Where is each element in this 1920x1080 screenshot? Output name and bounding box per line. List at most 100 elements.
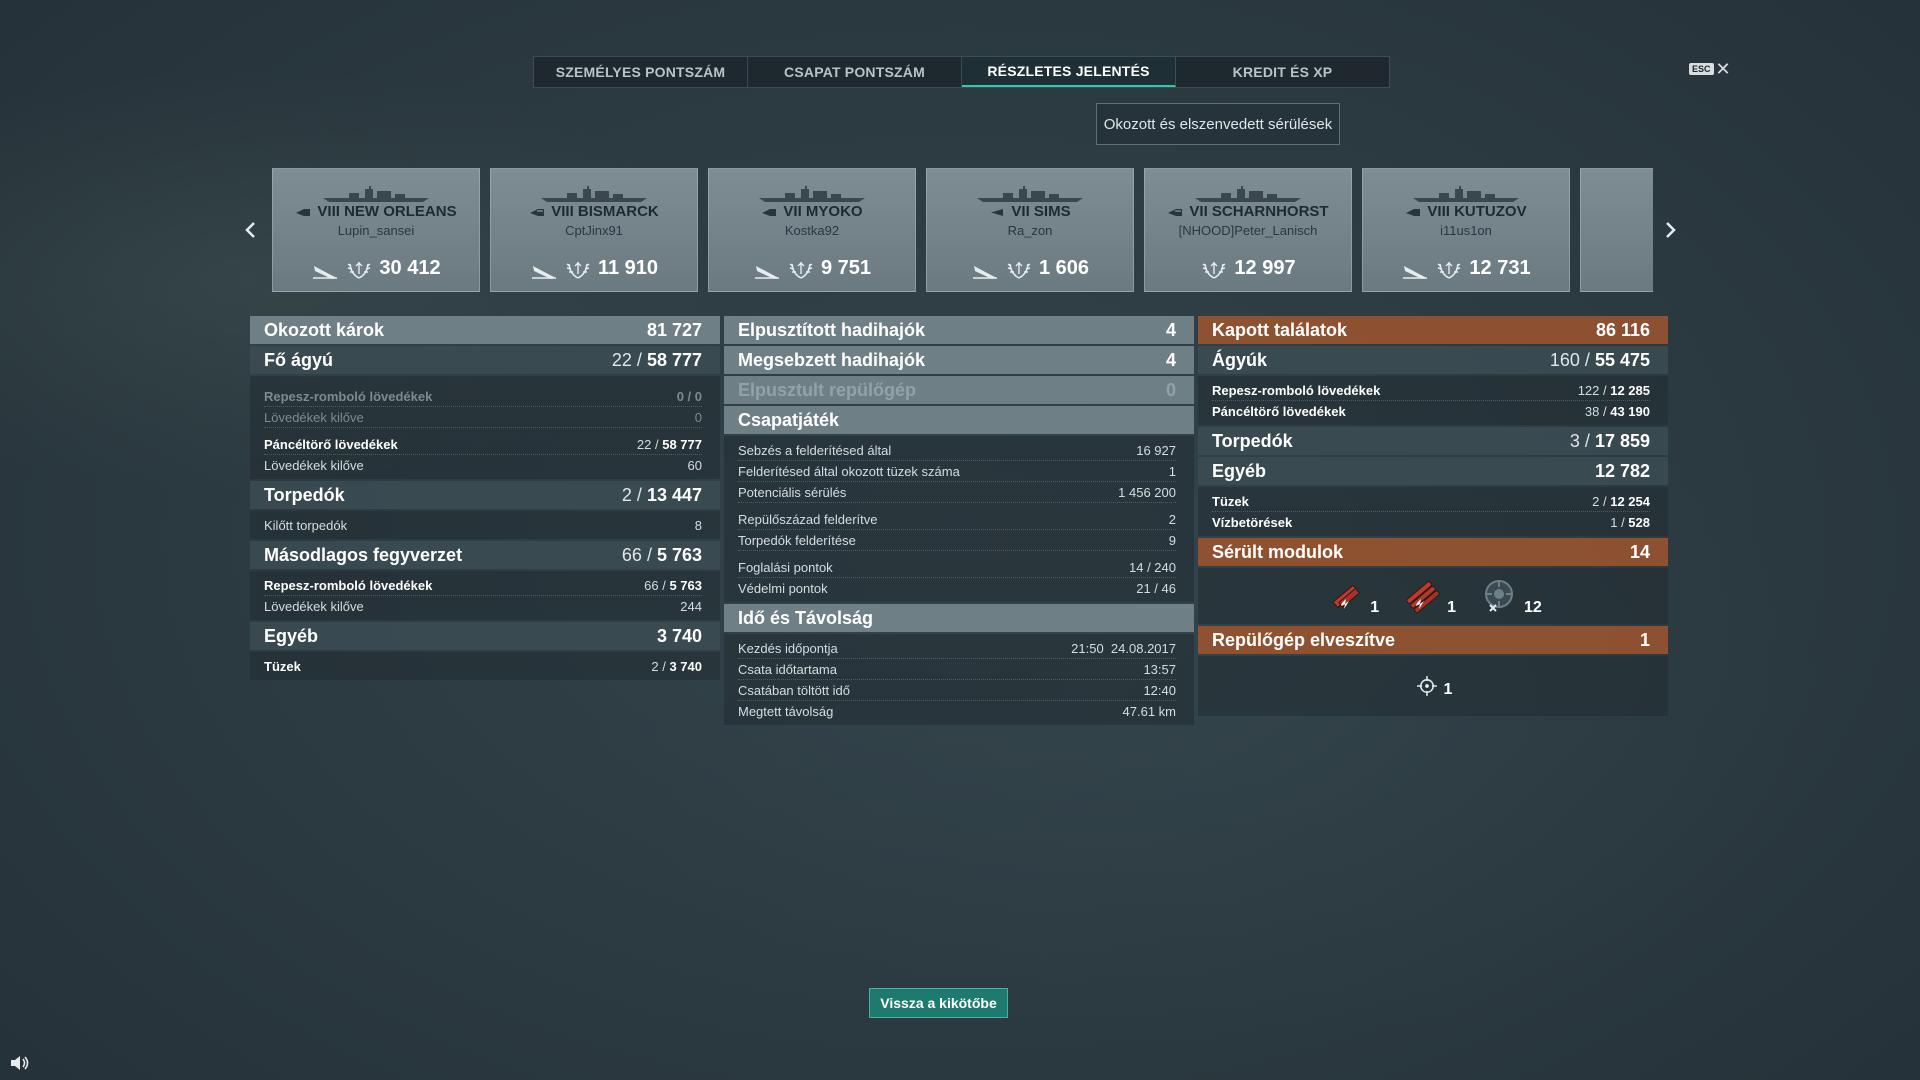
row-value: 2	[1168, 511, 1176, 527]
laurel-wreath-icon	[566, 261, 590, 279]
laurel-wreath-icon	[789, 261, 813, 279]
damage-dealt-header: Okozott károk 81 727	[250, 316, 720, 344]
row-label: Lövedékek kilőve	[264, 457, 364, 473]
ship-card[interactable]: VII SIMS Ra_zon 1 606	[926, 168, 1134, 292]
sound-icon[interactable]	[9, 1054, 31, 1072]
received-guns-header: Ágyúk 160 / 55 475	[1198, 346, 1668, 374]
ship-card[interactable]: VIII NEW ORLEANS Lupin_sansei 30 412	[272, 168, 480, 292]
tab-bar: SZEMÉLYES PONTSZÁM CSAPAT PONTSZÁM RÉSZL…	[533, 56, 1390, 88]
torpedoes-value: 13 447	[646, 484, 702, 505]
cruiser-class-icon	[296, 208, 311, 216]
received-value: 86 116	[1595, 319, 1650, 340]
player-name: Ra_zon	[1007, 223, 1053, 238]
row-label: Tüzek	[1212, 493, 1249, 509]
row-value: 0	[694, 409, 702, 425]
ship-name: VIII NEW ORLEANS	[273, 203, 479, 220]
ship-silhouette-icon	[977, 186, 1083, 202]
row-value: 12 254	[1610, 493, 1650, 509]
secondary-hits: 66	[621, 544, 642, 565]
ship-name: VII SIMS	[927, 203, 1133, 220]
carousel-next-button[interactable]	[1660, 218, 1682, 242]
row-label: Lövedékek kilőve	[264, 409, 364, 425]
received-torpedoes-header: Torpedók 3 / 17 859	[1198, 427, 1668, 455]
ship-card[interactable]: VII SCHARNHORST [NHOOD]Peter_Lanisch 12 99…	[1144, 168, 1352, 292]
planes-lost-header: Repülőgép elveszítve 1	[1198, 626, 1668, 654]
row-label: Lövedékek kilőve	[264, 598, 364, 614]
back-to-port-button[interactable]: Vissza a kikötőbe	[869, 988, 1008, 1018]
module-torpedo-tubes: 1	[1401, 575, 1456, 617]
received-torpedoes-hits: 3	[1569, 430, 1580, 451]
row-label: Kilőtt torpedók	[264, 517, 348, 533]
fires-row: Tüzek 2 / 3 740	[264, 658, 702, 674]
received-guns-label: Ágyúk	[1212, 349, 1268, 370]
player-name: [NHOOD]Peter_Lanisch	[1178, 223, 1318, 238]
damage-filter-button[interactable]: Okozott és elszenvedett sérülések	[1096, 103, 1340, 145]
shell-icon	[531, 265, 556, 279]
torpedoes-spotted-row: Torpedók felderítése 9	[738, 530, 1176, 551]
ship-name: VII SCHARNHORST	[1145, 203, 1351, 220]
torpedoes-fired-row: Kilőtt torpedók 8	[264, 515, 702, 535]
planes-lost-icons: 1	[1198, 656, 1668, 716]
torpedoes-header: Torpedók 2 / 13 447	[250, 481, 720, 509]
ship-card[interactable]: VIII BISMARCK CptJinx91 11 910	[490, 168, 698, 292]
other-header: Egyéb 3 740	[250, 622, 720, 650]
time-distance-header: Idő és Távolság	[724, 604, 1194, 632]
row-value: 8	[694, 517, 702, 533]
ship-score-row: 12 997	[1145, 257, 1351, 280]
modules-label: Sérült modulok	[1212, 541, 1344, 562]
start-time-row: Kezdés időpontja 21:50 24.08.2017	[738, 638, 1176, 659]
ship-score: 1 606	[1038, 257, 1090, 279]
damaged-label: Megsebzett hadihajók	[738, 349, 926, 370]
tab-detailed-report[interactable]: RÉSZLETES JELENTÉS	[962, 57, 1176, 87]
received-torpedoes-label: Torpedók	[1212, 430, 1293, 451]
module-count: 1	[1370, 599, 1380, 616]
close-button[interactable]: ESC ✕	[1689, 60, 1731, 78]
destroyer-class-icon	[991, 208, 1004, 216]
esc-key-label: ESC	[1689, 63, 1714, 75]
teamplay-label: Csapatjáték	[738, 409, 840, 430]
ship-name: VII MYOKO	[709, 203, 915, 220]
tab-credits-xp[interactable]: KREDIT ÉS XP	[1176, 57, 1389, 87]
player-name: Kostka92	[784, 223, 840, 238]
row-value: 244	[680, 598, 702, 614]
received-other-label: Egyéb	[1212, 460, 1267, 481]
tab-team-score[interactable]: CSAPAT PONTSZÁM	[748, 57, 962, 87]
carousel-prev-button[interactable]	[239, 218, 261, 242]
row-label: Vízbetörések	[1212, 514, 1293, 530]
plane-lost-item: 1	[1414, 673, 1452, 699]
tab-personal-score[interactable]: SZEMÉLYES PONTSZÁM	[534, 57, 748, 87]
row-label: Csata időtartama	[738, 661, 837, 677]
received-other-header: Egyéb 12 782	[1198, 457, 1668, 485]
ship-card-partial[interactable]	[1580, 168, 1653, 292]
ship-score-row: 1 606	[927, 257, 1133, 280]
received-he-row: Repesz-romboló lövedékek 122 / 12 285	[1212, 380, 1650, 401]
row-value: 21 / 46	[1136, 580, 1176, 596]
received-other-details: Tüzek 2 / 12 254 Vízbetörések 1 / 528	[1198, 487, 1668, 536]
battleship-class-icon	[530, 208, 545, 216]
row-value: 1 456 200	[1118, 484, 1176, 500]
he-fired-row: Lövedékek kilőve 0	[264, 407, 702, 428]
player-name: i11us1on	[1440, 223, 1492, 238]
row-label: Felderítésed által okozott tüzek száma	[738, 463, 960, 479]
main-guns-details: Repesz-romboló lövedékek 0 / 0 Lövedékek …	[250, 376, 720, 479]
teamplay-details: Sebzés a felderítésed által 16 927 Felder…	[724, 436, 1194, 602]
received-label: Kapott találatok	[1212, 319, 1348, 340]
row-label: Páncéltörő lövedékek	[264, 436, 398, 452]
destroyed-label: Elpusztított hadihajók	[738, 319, 925, 340]
potential-damage-row: Potenciális sérülés 1 456 200	[738, 482, 1176, 503]
ship-card[interactable]: VIII KUTUZOV i11us1on 12 731	[1362, 168, 1570, 292]
distance-row: Megtett távolság 47.61 km	[738, 701, 1176, 721]
row-label: Kezdés időpontja	[738, 640, 838, 656]
row-hits: 38	[1584, 403, 1600, 419]
torpedo-tubes-damaged-icon	[1406, 581, 1440, 613]
combat-summary-panel: Elpusztított hadihajók 4 Megsebzett hadi…	[724, 316, 1194, 727]
row-label: Sebzés a felderítésed által	[738, 442, 892, 458]
laurel-wreath-icon	[1202, 261, 1226, 279]
row-value: 58 777	[662, 436, 702, 452]
ship-card[interactable]: VII MYOKO Kostka92 9 751	[708, 168, 916, 292]
duration-row: Csata időtartama 13:57	[738, 659, 1176, 680]
ship-score-row: 30 412	[273, 257, 479, 280]
row-value: 43 190	[1610, 403, 1650, 419]
ship-score: 12 997	[1234, 257, 1296, 279]
cruiser-class-icon	[762, 208, 777, 216]
